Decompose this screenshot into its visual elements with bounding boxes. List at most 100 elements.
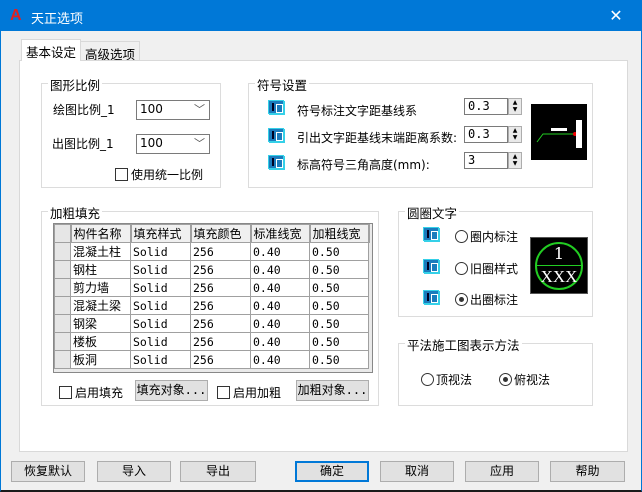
tangent-tool-icon[interactable] bbox=[423, 227, 439, 241]
table-cell[interactable]: 256 bbox=[190, 278, 251, 297]
table-cell[interactable]: 混凝土梁 bbox=[70, 296, 131, 315]
preview-top-text: 1 bbox=[553, 244, 565, 263]
table-row[interactable]: 混凝土柱 Solid 256 0.40 0.50 bbox=[54, 242, 369, 261]
spin-updown-icon[interactable]: ▲ ▼ bbox=[508, 126, 522, 143]
table-cell[interactable]: Solid bbox=[130, 314, 191, 333]
table-cell[interactable]: 256 bbox=[190, 332, 251, 351]
table-cell[interactable]: 0.50 bbox=[309, 260, 369, 279]
tab-basic-settings[interactable]: 基本设定 bbox=[21, 39, 82, 61]
table-cell[interactable]: 256 bbox=[190, 350, 251, 369]
table-row[interactable]: 钢柱 Solid 256 0.40 0.50 bbox=[54, 260, 369, 279]
table-row[interactable]: 剪力墙 Solid 256 0.40 0.50 bbox=[54, 278, 369, 297]
row-header-corner bbox=[54, 224, 72, 243]
symbol-text-offset-input[interactable]: 0.3 bbox=[464, 98, 508, 115]
export-button[interactable]: 导出 bbox=[180, 461, 256, 482]
table-cell[interactable]: 256 bbox=[190, 260, 251, 279]
enable-fill-checkbox[interactable]: 启用填充 bbox=[59, 384, 123, 401]
import-button[interactable]: 导入 bbox=[97, 461, 171, 482]
ok-button[interactable]: 确定 bbox=[295, 461, 369, 482]
table-cell[interactable]: Solid bbox=[130, 242, 191, 261]
leader-text-offset-input[interactable]: 0.3 bbox=[464, 126, 508, 143]
table-cell[interactable]: 0.50 bbox=[309, 296, 369, 315]
table-cell[interactable]: 板洞 bbox=[70, 350, 131, 369]
bold-objects-button[interactable]: 加粗对象... bbox=[296, 380, 369, 401]
radio-label: 出圈标注 bbox=[470, 293, 519, 307]
draw-scale-combo[interactable]: 100 ﹀ bbox=[136, 100, 210, 120]
column-header[interactable]: 标准线宽 bbox=[250, 224, 311, 243]
spin-updown-icon[interactable]: ▲ ▼ bbox=[508, 152, 522, 169]
table-cell[interactable]: 0.40 bbox=[250, 260, 310, 279]
spin-updown-icon[interactable]: ▲ ▼ bbox=[508, 98, 522, 115]
out-scale-combo[interactable]: 100 ﹀ bbox=[136, 134, 210, 154]
table-cell[interactable]: 256 bbox=[190, 296, 251, 315]
table-cell[interactable]: 混凝土柱 bbox=[70, 242, 131, 261]
radio-inner-label[interactable]: 圈内标注 bbox=[455, 228, 518, 245]
fill-objects-button[interactable]: 填充对象... bbox=[135, 380, 208, 401]
table-cell[interactable]: 钢梁 bbox=[70, 314, 131, 333]
table-cell[interactable]: Solid bbox=[130, 350, 191, 369]
unify-scale-checkbox[interactable]: 使用统一比例 bbox=[115, 166, 203, 183]
table-cell[interactable]: 0.50 bbox=[309, 350, 369, 369]
table-cell[interactable]: Solid bbox=[130, 332, 191, 351]
row-header[interactable] bbox=[54, 350, 71, 369]
table-cell[interactable]: 0.40 bbox=[250, 242, 310, 261]
help-button[interactable]: 帮助 bbox=[550, 461, 625, 482]
tab-advanced-options[interactable]: 高级选项 bbox=[80, 41, 141, 62]
radio-icon bbox=[455, 293, 468, 306]
table-cell[interactable]: 0.40 bbox=[250, 296, 310, 315]
cancel-button[interactable]: 取消 bbox=[380, 461, 454, 482]
row-header[interactable] bbox=[54, 332, 71, 351]
out-scale-label: 出图比例_1 bbox=[52, 137, 114, 151]
fill-grid[interactable]: 构件名称 填充样式 填充颜色 标准线宽 加粗线宽 混凝土柱 Solid 256 0.4… bbox=[53, 223, 373, 373]
table-cell[interactable]: 钢柱 bbox=[70, 260, 131, 279]
table-cell[interactable]: Solid bbox=[130, 260, 191, 279]
table-cell[interactable]: 0.50 bbox=[309, 314, 369, 333]
table-cell[interactable]: 楼板 bbox=[70, 332, 131, 351]
apply-button[interactable]: 应用 bbox=[465, 461, 539, 482]
table-cell[interactable]: 0.50 bbox=[309, 278, 369, 297]
radio-plan-view[interactable]: 俯视法 bbox=[499, 371, 550, 388]
enable-bold-checkbox[interactable]: 启用加粗 bbox=[217, 384, 281, 401]
column-header[interactable]: 构件名称 bbox=[70, 224, 132, 243]
table-cell[interactable]: 256 bbox=[190, 314, 251, 333]
dialog-window: A 天正选项 ✕ 基本设定 高级选项 图形比例 绘图比例_1 100 ﹀ 出图比例… bbox=[0, 0, 642, 492]
table-row[interactable]: 板洞 Solid 256 0.40 0.50 bbox=[54, 350, 369, 369]
table-cell[interactable]: 0.40 bbox=[250, 350, 310, 369]
column-header[interactable]: 填充样式 bbox=[130, 224, 192, 243]
table-cell[interactable]: Solid bbox=[130, 278, 191, 297]
tangent-tool-icon[interactable] bbox=[423, 290, 439, 304]
table-cell[interactable]: Solid bbox=[130, 296, 191, 315]
table-row[interactable]: 楼板 Solid 256 0.40 0.50 bbox=[54, 332, 369, 351]
grid-header-row: 构件名称 填充样式 填充颜色 标准线宽 加粗线宽 bbox=[54, 224, 370, 243]
elevation-triangle-height-input[interactable]: 3 bbox=[464, 152, 508, 169]
radio-outer-label[interactable]: 出圈标注 bbox=[455, 291, 518, 308]
tangent-tool-icon[interactable] bbox=[423, 259, 439, 273]
circle-text-group: 圆圈文字 圈内标注 旧圈样式 出圈标注 1 XXX bbox=[398, 203, 593, 317]
row-header[interactable] bbox=[54, 278, 71, 297]
table-cell[interactable]: 0.40 bbox=[250, 278, 310, 297]
row-header[interactable] bbox=[54, 260, 71, 279]
circle-preview: 1 XXX bbox=[530, 237, 588, 294]
table-row[interactable]: 混凝土梁 Solid 256 0.40 0.50 bbox=[54, 296, 369, 315]
table-cell[interactable]: 0.50 bbox=[309, 242, 369, 261]
tangent-tool-icon[interactable] bbox=[268, 128, 284, 142]
checkbox-icon bbox=[115, 168, 128, 181]
tangent-tool-icon[interactable] bbox=[268, 155, 284, 169]
table-cell[interactable]: 0.50 bbox=[309, 332, 369, 351]
row-header[interactable] bbox=[54, 314, 71, 333]
column-header[interactable]: 加粗线宽 bbox=[309, 224, 370, 243]
radio-old-style[interactable]: 旧圈样式 bbox=[455, 260, 518, 277]
table-cell[interactable]: 256 bbox=[190, 242, 251, 261]
reset-defaults-button[interactable]: 恢复默认 bbox=[11, 461, 85, 482]
close-button[interactable]: ✕ bbox=[601, 5, 631, 27]
title-bar: A 天正选项 ✕ bbox=[1, 1, 642, 31]
table-cell[interactable]: 0.40 bbox=[250, 314, 310, 333]
row-header[interactable] bbox=[54, 296, 71, 315]
row-header[interactable] bbox=[54, 242, 71, 261]
column-header[interactable]: 填充颜色 bbox=[190, 224, 252, 243]
table-row[interactable]: 钢梁 Solid 256 0.40 0.50 bbox=[54, 314, 369, 333]
table-cell[interactable]: 剪力墙 bbox=[70, 278, 131, 297]
table-cell[interactable]: 0.40 bbox=[250, 332, 310, 351]
radio-top-view[interactable]: 顶视法 bbox=[421, 371, 472, 388]
tangent-tool-icon[interactable] bbox=[268, 100, 284, 114]
